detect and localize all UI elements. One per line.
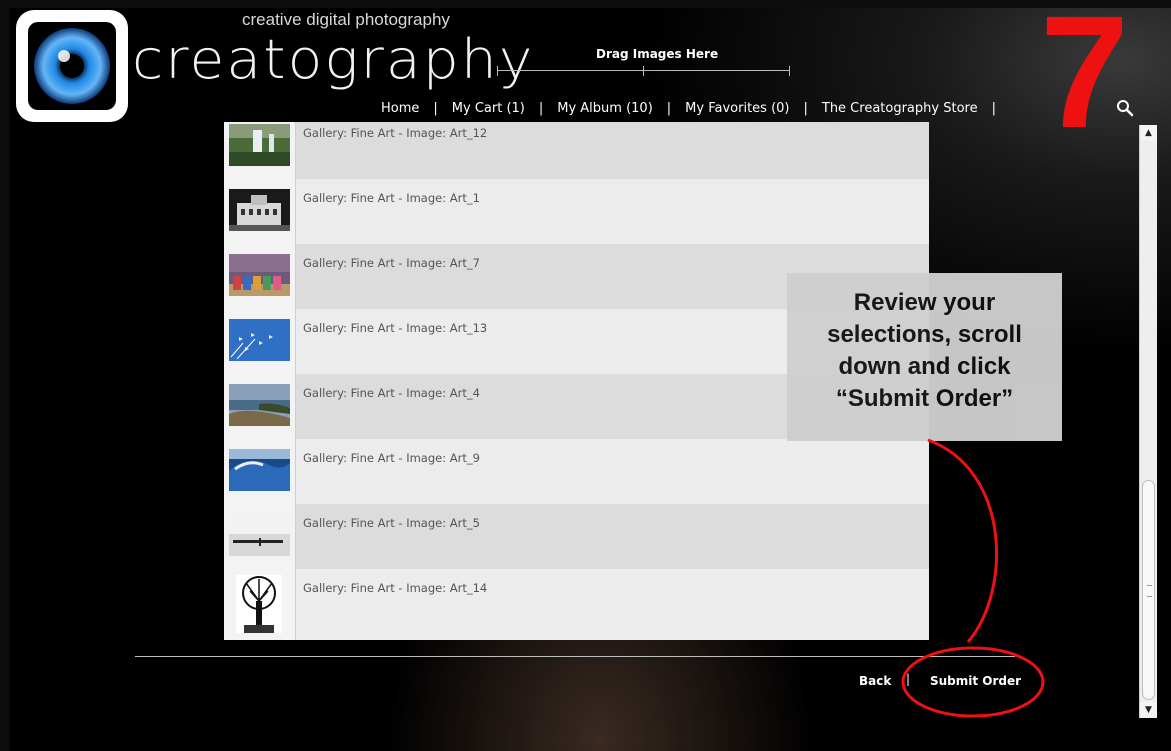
wave-thumbnail	[229, 449, 290, 491]
callout-line: “Submit Order”	[835, 385, 1014, 412]
list-item-label: Gallery: Fine Art - Image: Art_4	[303, 386, 480, 400]
window-edge-top	[0, 0, 1171, 8]
nav-my-album[interactable]: My Album (10)	[557, 101, 653, 116]
list-item-label: Gallery: Fine Art - Image: Art_12	[303, 126, 488, 140]
beach-huts-thumbnail	[229, 254, 290, 296]
list-item-label: Gallery: Fine Art - Image: Art_9	[303, 451, 480, 465]
tree-thumbnail	[236, 575, 282, 633]
nav-store[interactable]: The Creatography Store	[822, 101, 978, 116]
footer-divider	[135, 656, 1015, 657]
nav-my-favorites[interactable]: My Favorites (0)	[685, 101, 789, 116]
vertical-scrollbar[interactable]: ▲ ▼	[1139, 125, 1157, 718]
list-item[interactable]: Gallery: Fine Art - Image: Art_5	[224, 504, 929, 569]
back-link[interactable]: Back	[859, 674, 891, 688]
list-item[interactable]: Gallery: Fine Art - Image: Art_14	[224, 569, 929, 640]
list-item-label: Gallery: Fine Art - Image: Art_13	[303, 321, 488, 335]
list-item-label: Gallery: Fine Art - Image: Art_7	[303, 256, 480, 270]
list-item[interactable]: Gallery: Fine Art - Image: Art_9	[224, 439, 929, 504]
list-item-label: Gallery: Fine Art - Image: Art_1	[303, 191, 480, 205]
window-edge-left	[0, 0, 10, 751]
scroll-up-arrow-icon[interactable]: ▲	[1140, 125, 1157, 141]
logo[interactable]	[16, 10, 128, 122]
grip-icon	[1147, 585, 1152, 597]
list-item-label: Gallery: Fine Art - Image: Art_14	[303, 581, 488, 595]
scroll-thumb[interactable]	[1142, 480, 1155, 700]
list-item[interactable]: Gallery: Fine Art - Image: Art_12	[224, 122, 929, 179]
main-nav: Home | My Cart (1) | My Album (10) | My Favori…	[381, 101, 1010, 121]
footer-separator: |	[906, 672, 911, 686]
jetty-thumbnail	[229, 514, 290, 556]
list-item-label: Gallery: Fine Art - Image: Art_5	[303, 516, 480, 530]
step-number: 7	[1040, 0, 1129, 161]
callout-line: selections, scroll	[827, 321, 1022, 348]
nav-separator: |	[433, 101, 438, 116]
instruction-callout: Review your selections, scroll down and …	[787, 273, 1062, 441]
nav-my-cart[interactable]: My Cart (1)	[452, 101, 525, 116]
drag-images-label: Drag Images Here	[596, 47, 719, 61]
nav-separator: |	[538, 101, 544, 116]
callout-line: down and click	[838, 353, 1011, 380]
nav-home[interactable]: Home	[381, 101, 419, 116]
waterfall-thumbnail	[229, 124, 290, 166]
scroll-down-arrow-icon[interactable]: ▼	[1140, 702, 1157, 718]
building-thumbnail	[229, 189, 290, 231]
nav-separator: |	[991, 101, 996, 116]
submit-order-link[interactable]: Submit Order	[930, 674, 1021, 688]
callout-line: Review your	[853, 289, 996, 316]
eye-icon	[28, 22, 116, 110]
list-item[interactable]: Gallery: Fine Art - Image: Art_1	[224, 179, 929, 244]
drag-drop-zone[interactable]	[497, 66, 790, 76]
jets-thumbnail	[229, 319, 290, 361]
nav-separator: |	[803, 101, 808, 116]
coastline-thumbnail	[229, 384, 290, 426]
brand-tagline: creative digital photography	[242, 10, 450, 29]
nav-separator: |	[666, 101, 672, 116]
brand-wordmark: creatography	[132, 28, 535, 91]
